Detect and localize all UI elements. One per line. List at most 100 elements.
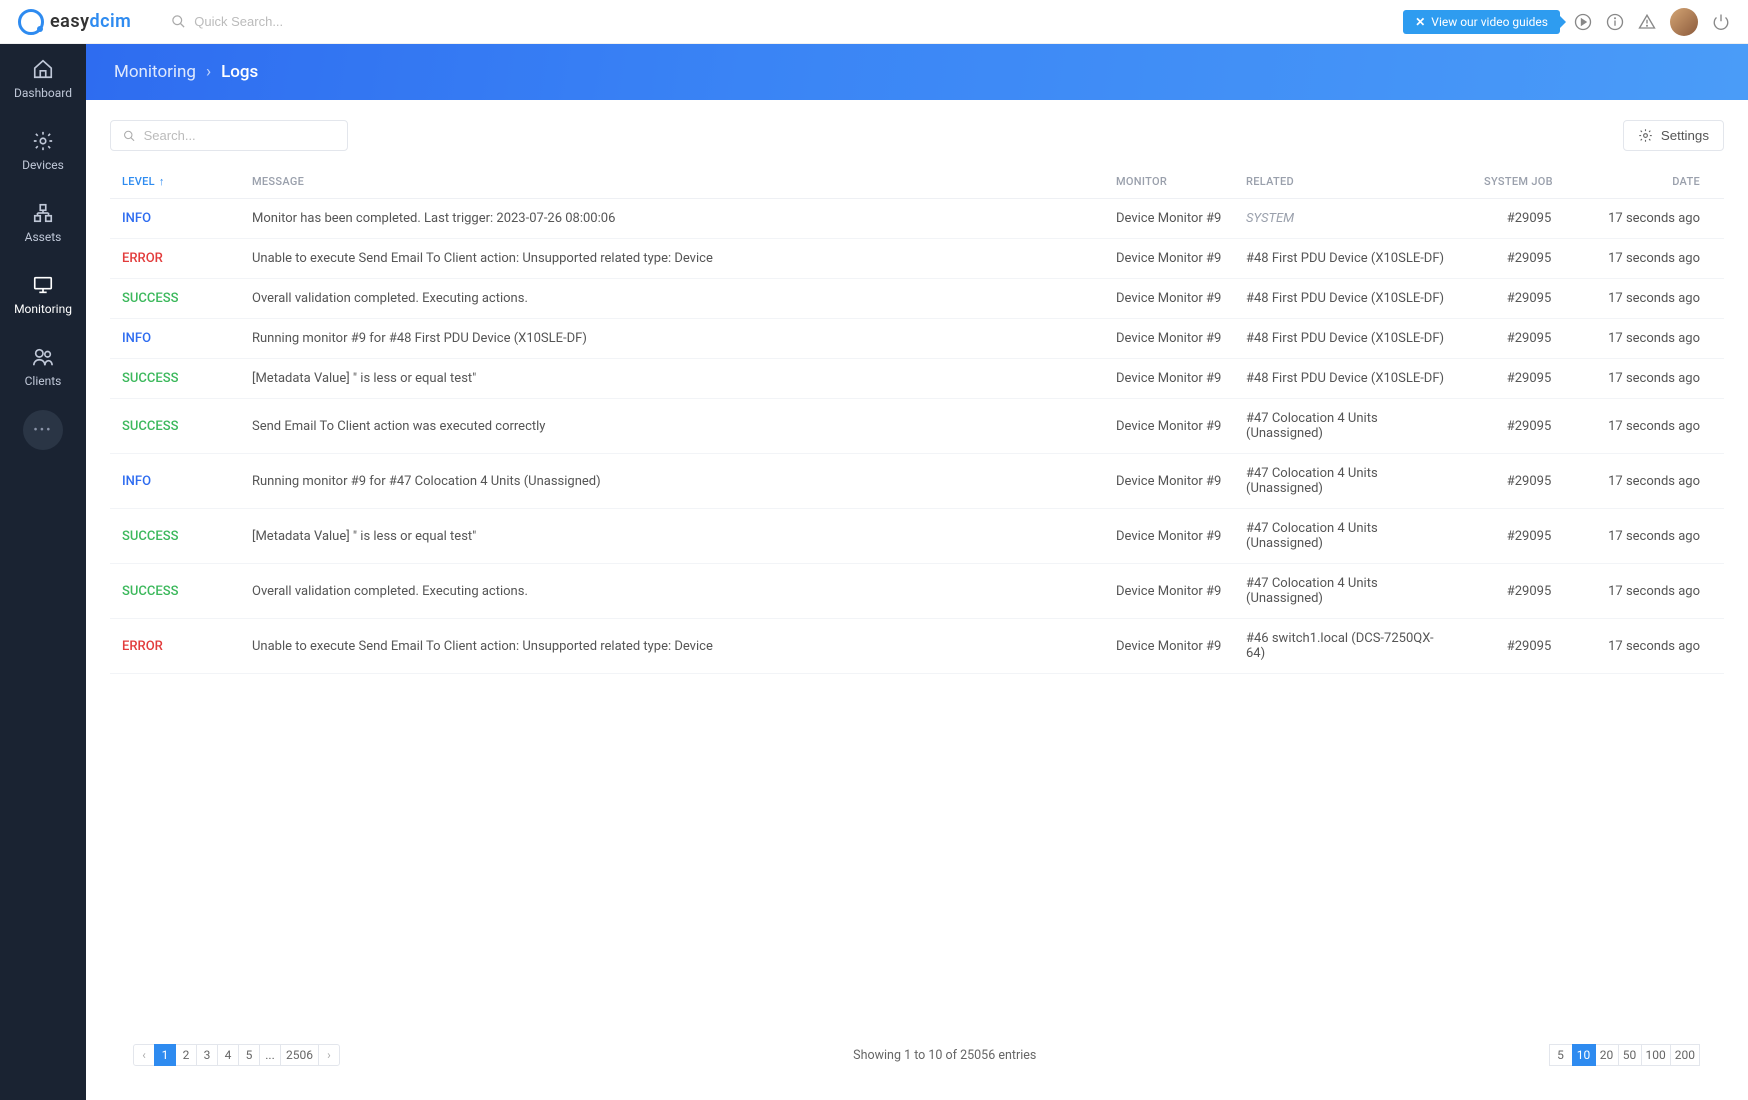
power-icon[interactable] bbox=[1712, 13, 1730, 31]
page-size-100[interactable]: 100 bbox=[1641, 1044, 1671, 1066]
table-row[interactable]: SUCCESS[Metadata Value] " is less or equ… bbox=[110, 359, 1724, 399]
settings-button[interactable]: Settings bbox=[1623, 120, 1724, 151]
cell-job: #29095 bbox=[1464, 454, 1594, 509]
page-2506[interactable]: 2506 bbox=[280, 1044, 319, 1066]
cell-related: #48 First PDU Device (X10SLE-DF) bbox=[1234, 279, 1464, 319]
play-icon[interactable] bbox=[1574, 13, 1592, 31]
cell-job: #29095 bbox=[1464, 359, 1594, 399]
page-5[interactable]: 5 bbox=[238, 1044, 260, 1066]
search-icon bbox=[171, 14, 186, 29]
page-next[interactable]: › bbox=[318, 1044, 340, 1066]
level-badge: SUCCESS bbox=[122, 419, 178, 434]
table-footer: ‹12345...2506› Showing 1 to 10 of 25056 … bbox=[110, 1030, 1724, 1080]
alert-icon[interactable] bbox=[1638, 13, 1656, 31]
page-...: ... bbox=[259, 1044, 281, 1066]
cell-related: #47 Colocation 4 Units (Unassigned) bbox=[1234, 399, 1464, 454]
page-2[interactable]: 2 bbox=[175, 1044, 197, 1066]
page-size-200[interactable]: 200 bbox=[1670, 1044, 1700, 1066]
col-related[interactable]: RELATED bbox=[1234, 165, 1464, 199]
page-size-50[interactable]: 50 bbox=[1618, 1044, 1642, 1066]
topbar: easydcim ✕ View our video guides bbox=[0, 0, 1748, 44]
cell-message: [Metadata Value] " is less or equal test… bbox=[240, 359, 1104, 399]
info-icon[interactable] bbox=[1606, 13, 1624, 31]
cell-job: #29095 bbox=[1464, 619, 1594, 674]
cell-message: Monitor has been completed. Last trigger… bbox=[240, 199, 1104, 239]
cell-date: 17 seconds ago bbox=[1594, 509, 1724, 564]
nav-clients[interactable]: Clients bbox=[0, 332, 86, 402]
page-3[interactable]: 3 bbox=[196, 1044, 218, 1066]
sidebar: Dashboard Devices Assets Monitoring Clie… bbox=[0, 0, 86, 1100]
cell-monitor: Device Monitor #9 bbox=[1104, 199, 1234, 239]
logo-mark-icon bbox=[18, 9, 44, 35]
table-row[interactable]: INFORunning monitor #9 for #48 First PDU… bbox=[110, 319, 1724, 359]
logs-table: LEVEL↑ MESSAGE MONITOR RELATED SYSTEM JO… bbox=[110, 165, 1724, 674]
col-message[interactable]: MESSAGE bbox=[240, 165, 1104, 199]
table-search[interactable] bbox=[110, 120, 348, 151]
sort-asc-icon: ↑ bbox=[159, 175, 165, 188]
col-monitor[interactable]: MONITOR bbox=[1104, 165, 1234, 199]
level-badge: INFO bbox=[122, 211, 151, 226]
cell-message: Running monitor #9 for #48 First PDU Dev… bbox=[240, 319, 1104, 359]
level-badge: ERROR bbox=[122, 251, 163, 266]
cell-monitor: Device Monitor #9 bbox=[1104, 619, 1234, 674]
nav-label: Dashboard bbox=[14, 86, 72, 100]
assets-icon bbox=[32, 202, 54, 224]
cell-message: [Metadata Value] " is less or equal test… bbox=[240, 509, 1104, 564]
cell-job: #29095 bbox=[1464, 509, 1594, 564]
cell-date: 17 seconds ago bbox=[1594, 399, 1724, 454]
table-row[interactable]: INFO Running monitor #9 for #47 Colocatio… bbox=[110, 454, 1724, 509]
table-row[interactable]: INFO Monitor has been completed. Last tri… bbox=[110, 199, 1724, 239]
page-prev[interactable]: ‹ bbox=[133, 1044, 155, 1066]
user-avatar[interactable] bbox=[1670, 8, 1698, 36]
cell-date: 17 seconds ago bbox=[1594, 619, 1724, 674]
cell-related: #47 Colocation 4 Units (Unassigned) bbox=[1234, 509, 1464, 564]
page-size-10[interactable]: 10 bbox=[1572, 1044, 1596, 1066]
table-row[interactable]: SUCCESSSend Email To Client action was e… bbox=[110, 399, 1724, 454]
cell-monitor: Device Monitor #9 bbox=[1104, 359, 1234, 399]
breadcrumb-parent[interactable]: Monitoring bbox=[114, 62, 196, 82]
nav-devices[interactable]: Devices bbox=[0, 116, 86, 186]
cell-related: #48 First PDU Device (X10SLE-DF) bbox=[1234, 239, 1464, 279]
col-date[interactable]: DATE bbox=[1594, 165, 1724, 199]
page-size-5[interactable]: 5 bbox=[1549, 1044, 1573, 1066]
cell-job: #29095 bbox=[1464, 399, 1594, 454]
cell-monitor: Device Monitor #9 bbox=[1104, 399, 1234, 454]
nav-monitoring[interactable]: Monitoring bbox=[0, 260, 86, 330]
nav-dashboard[interactable]: Dashboard bbox=[0, 44, 86, 114]
global-search-input[interactable] bbox=[194, 14, 494, 29]
cell-date: 17 seconds ago bbox=[1594, 199, 1724, 239]
table-search-input[interactable] bbox=[144, 128, 335, 143]
table-row[interactable]: SUCCESSOverall validation completed. Exe… bbox=[110, 564, 1724, 619]
cell-message: Running monitor #9 for #47 Colocation 4 … bbox=[240, 454, 1104, 509]
more-icon: ••• bbox=[33, 423, 52, 438]
table-row[interactable]: ERRORUnable to execute Send Email To Cli… bbox=[110, 619, 1724, 674]
gear-icon bbox=[1638, 128, 1653, 143]
main: Monitoring › Logs Settings bbox=[86, 0, 1748, 1100]
table-row[interactable]: ERRORUnable to execute Send Email To Cli… bbox=[110, 239, 1724, 279]
cell-related: SYSTEM bbox=[1234, 199, 1464, 239]
cell-monitor: Device Monitor #9 bbox=[1104, 509, 1234, 564]
page-size-20[interactable]: 20 bbox=[1595, 1044, 1619, 1066]
page-4[interactable]: 4 bbox=[217, 1044, 239, 1066]
video-guides-banner[interactable]: ✕ View our video guides bbox=[1403, 10, 1560, 34]
level-badge: SUCCESS bbox=[122, 529, 178, 544]
close-icon[interactable]: ✕ bbox=[1415, 15, 1425, 29]
settings-label: Settings bbox=[1661, 128, 1709, 143]
page-1[interactable]: 1 bbox=[154, 1044, 176, 1066]
nav-assets[interactable]: Assets bbox=[0, 188, 86, 258]
col-level[interactable]: LEVEL↑ bbox=[110, 165, 240, 199]
search-icon bbox=[123, 129, 136, 143]
monitor-icon bbox=[32, 274, 54, 296]
table-row[interactable]: SUCCESS [Metadata Value] " is less or equ… bbox=[110, 509, 1724, 564]
cell-job: #29095 bbox=[1464, 239, 1594, 279]
nav-more[interactable]: ••• bbox=[23, 410, 63, 450]
page-size-selector: 5102050100200 bbox=[1550, 1044, 1700, 1066]
table-row[interactable]: SUCCESSOverall validation completed. Exe… bbox=[110, 279, 1724, 319]
nav-label: Devices bbox=[22, 158, 64, 172]
global-search[interactable] bbox=[171, 14, 1403, 29]
level-badge: INFO bbox=[122, 474, 151, 489]
cell-job: #29095 bbox=[1464, 279, 1594, 319]
col-system-job[interactable]: SYSTEM JOB bbox=[1464, 165, 1594, 199]
cell-monitor: Device Monitor #9 bbox=[1104, 279, 1234, 319]
logo[interactable]: easydcim bbox=[18, 9, 131, 35]
